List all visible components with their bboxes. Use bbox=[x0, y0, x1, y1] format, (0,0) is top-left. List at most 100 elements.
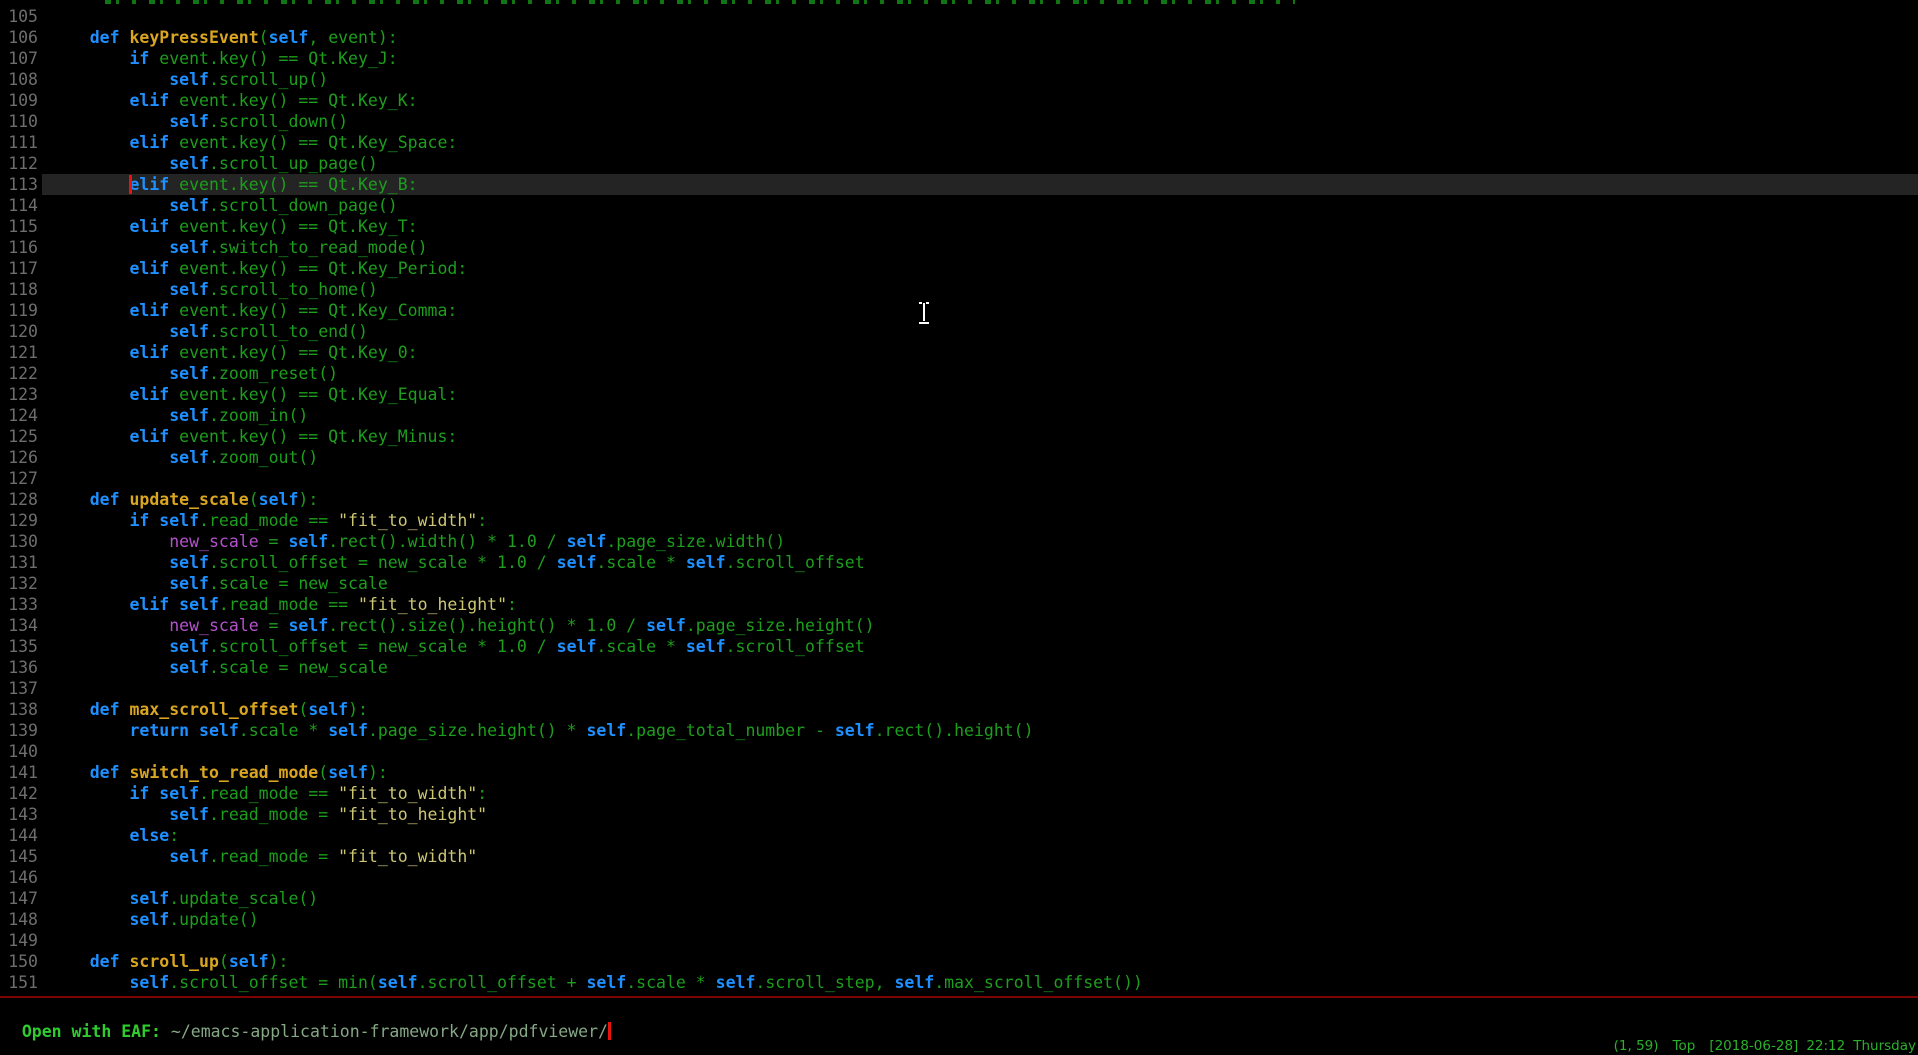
code-line[interactable]: 149 bbox=[0, 930, 1918, 951]
code-line[interactable]: 108 self.scroll_up() bbox=[0, 69, 1918, 90]
code-line[interactable]: 120 self.scroll_to_end() bbox=[0, 321, 1918, 342]
minibuffer[interactable]: Open with EAF: ~/emacs-application-frame… bbox=[2, 999, 611, 1021]
code-line[interactable]: 143 self.read_mode = "fit_to_height" bbox=[0, 804, 1918, 825]
code-text: self.update() bbox=[50, 909, 259, 930]
code-line[interactable]: 113 elif event.key() == Qt.Key_B: bbox=[0, 174, 1918, 195]
line-number: 138 bbox=[0, 699, 38, 720]
code-line[interactable]: 116 self.switch_to_read_mode() bbox=[0, 237, 1918, 258]
code-line[interactable]: 114 self.scroll_down_page() bbox=[0, 195, 1918, 216]
line-number: 120 bbox=[0, 321, 38, 342]
line-number: 134 bbox=[0, 615, 38, 636]
line-number: 141 bbox=[0, 762, 38, 783]
code-text: elif event.key() == Qt.Key_T: bbox=[50, 216, 418, 237]
code-text: self.read_mode = "fit_to_height" bbox=[50, 804, 487, 825]
line-number: 142 bbox=[0, 783, 38, 804]
code-text: self.read_mode = "fit_to_width" bbox=[50, 846, 477, 867]
line-number: 135 bbox=[0, 636, 38, 657]
line-number: 121 bbox=[0, 342, 38, 363]
code-line[interactable]: 129 if self.read_mode == "fit_to_width": bbox=[0, 510, 1918, 531]
code-line[interactable]: 122 self.zoom_reset() bbox=[0, 363, 1918, 384]
code-line[interactable]: 131 self.scroll_offset = new_scale * 1.0… bbox=[0, 552, 1918, 573]
code-line[interactable]: 119 elif event.key() == Qt.Key_Comma: bbox=[0, 300, 1918, 321]
line-number: 114 bbox=[0, 195, 38, 216]
code-line[interactable]: 115 elif event.key() == Qt.Key_T: bbox=[0, 216, 1918, 237]
code-line[interactable]: 148 self.update() bbox=[0, 909, 1918, 930]
code-line[interactable]: 106 def keyPressEvent(self, event): bbox=[0, 27, 1918, 48]
code-text: self.scroll_down() bbox=[50, 111, 348, 132]
code-line[interactable]: 145 self.read_mode = "fit_to_width" bbox=[0, 846, 1918, 867]
code-line[interactable]: 147 self.update_scale() bbox=[0, 888, 1918, 909]
line-number: 148 bbox=[0, 909, 38, 930]
code-line[interactable]: 150 def scroll_up(self): bbox=[0, 951, 1918, 972]
minibuffer-prompt: Open with EAF: bbox=[22, 1022, 171, 1041]
code-line[interactable]: 109 elif event.key() == Qt.Key_K: bbox=[0, 90, 1918, 111]
code-line[interactable]: 112 self.scroll_up_page() bbox=[0, 153, 1918, 174]
code-line[interactable]: 144 else: bbox=[0, 825, 1918, 846]
line-number: 112 bbox=[0, 153, 38, 174]
line-number: 123 bbox=[0, 384, 38, 405]
code-line[interactable]: 107 if event.key() == Qt.Key_J: bbox=[0, 48, 1918, 69]
line-number: 140 bbox=[0, 741, 38, 762]
code-line[interactable]: 132 self.scale = new_scale bbox=[0, 573, 1918, 594]
code-line[interactable]: 127 bbox=[0, 468, 1918, 489]
line-number: 105 bbox=[0, 6, 38, 27]
code-line[interactable]: 118 self.scroll_to_home() bbox=[0, 279, 1918, 300]
code-line[interactable]: 124 self.zoom_in() bbox=[0, 405, 1918, 426]
line-number: 131 bbox=[0, 552, 38, 573]
code-text: elif event.key() == Qt.Key_Equal: bbox=[50, 384, 457, 405]
code-line[interactable]: 135 self.scroll_offset = new_scale * 1.0… bbox=[0, 636, 1918, 657]
line-number: 117 bbox=[0, 258, 38, 279]
line-number: 132 bbox=[0, 573, 38, 594]
code-text: self.zoom_in() bbox=[50, 405, 308, 426]
code-line[interactable]: 151 self.scroll_offset = min(self.scroll… bbox=[0, 972, 1918, 993]
scroll-position: Top bbox=[1673, 1038, 1696, 1054]
line-number: 133 bbox=[0, 594, 38, 615]
code-line[interactable]: 133 elif self.read_mode == "fit_to_heigh… bbox=[0, 594, 1918, 615]
code-line[interactable]: 121 elif event.key() == Qt.Key_0: bbox=[0, 342, 1918, 363]
code-line[interactable]: 138 def max_scroll_offset(self): bbox=[0, 699, 1918, 720]
line-number: 139 bbox=[0, 720, 38, 741]
code-text: self.scroll_up() bbox=[50, 69, 328, 90]
code-line[interactable]: 111 elif event.key() == Qt.Key_Space: bbox=[0, 132, 1918, 153]
code-line[interactable]: 128 def update_scale(self): bbox=[0, 489, 1918, 510]
line-number: 137 bbox=[0, 678, 38, 699]
code-buffer[interactable]: 105106 def keyPressEvent(self, event):10… bbox=[0, 6, 1918, 993]
code-line[interactable]: 117 elif event.key() == Qt.Key_Period: bbox=[0, 258, 1918, 279]
code-text: def max_scroll_offset(self): bbox=[50, 699, 368, 720]
code-text: self.scroll_to_home() bbox=[50, 279, 378, 300]
code-line[interactable]: 125 elif event.key() == Qt.Key_Minus: bbox=[0, 426, 1918, 447]
line-number: 147 bbox=[0, 888, 38, 909]
line-number: 149 bbox=[0, 930, 38, 951]
partial-top-code-line bbox=[105, 0, 1295, 4]
status-time: 22:12 bbox=[1806, 1038, 1845, 1054]
code-line[interactable]: 139 return self.scale * self.page_size.h… bbox=[0, 720, 1918, 741]
code-line[interactable]: 146 bbox=[0, 867, 1918, 888]
code-line[interactable]: 134 new_scale = self.rect().size().heigh… bbox=[0, 615, 1918, 636]
code-line[interactable]: 123 elif event.key() == Qt.Key_Equal: bbox=[0, 384, 1918, 405]
code-text: self.scale = new_scale bbox=[50, 657, 388, 678]
ibeam-stem bbox=[923, 303, 925, 323]
code-line[interactable]: 130 new_scale = self.rect().width() * 1.… bbox=[0, 531, 1918, 552]
ibeam-bottom-cap bbox=[919, 322, 929, 324]
code-text: self.switch_to_read_mode() bbox=[50, 237, 428, 258]
code-line[interactable]: 141 def switch_to_read_mode(self): bbox=[0, 762, 1918, 783]
code-text: self.update_scale() bbox=[50, 888, 318, 909]
line-number: 126 bbox=[0, 447, 38, 468]
code-line[interactable]: 140 bbox=[0, 741, 1918, 762]
code-line[interactable]: 142 if self.read_mode == "fit_to_width": bbox=[0, 783, 1918, 804]
code-line[interactable]: 126 self.zoom_out() bbox=[0, 447, 1918, 468]
code-line[interactable]: 137 bbox=[0, 678, 1918, 699]
code-text: def keyPressEvent(self, event): bbox=[50, 27, 398, 48]
code-line[interactable]: 110 self.scroll_down() bbox=[0, 111, 1918, 132]
line-number: 106 bbox=[0, 27, 38, 48]
minibuffer-input[interactable]: ~/emacs-application-framework/app/pdfvie… bbox=[171, 1022, 608, 1041]
line-number: 144 bbox=[0, 825, 38, 846]
code-text: elif event.key() == Qt.Key_B: bbox=[50, 174, 418, 195]
line-number: 107 bbox=[0, 48, 38, 69]
line-number: 115 bbox=[0, 216, 38, 237]
line-number: 143 bbox=[0, 804, 38, 825]
code-line[interactable]: 136 self.scale = new_scale bbox=[0, 657, 1918, 678]
line-number: 108 bbox=[0, 69, 38, 90]
line-number: 136 bbox=[0, 657, 38, 678]
code-line[interactable]: 105 bbox=[0, 6, 1918, 27]
